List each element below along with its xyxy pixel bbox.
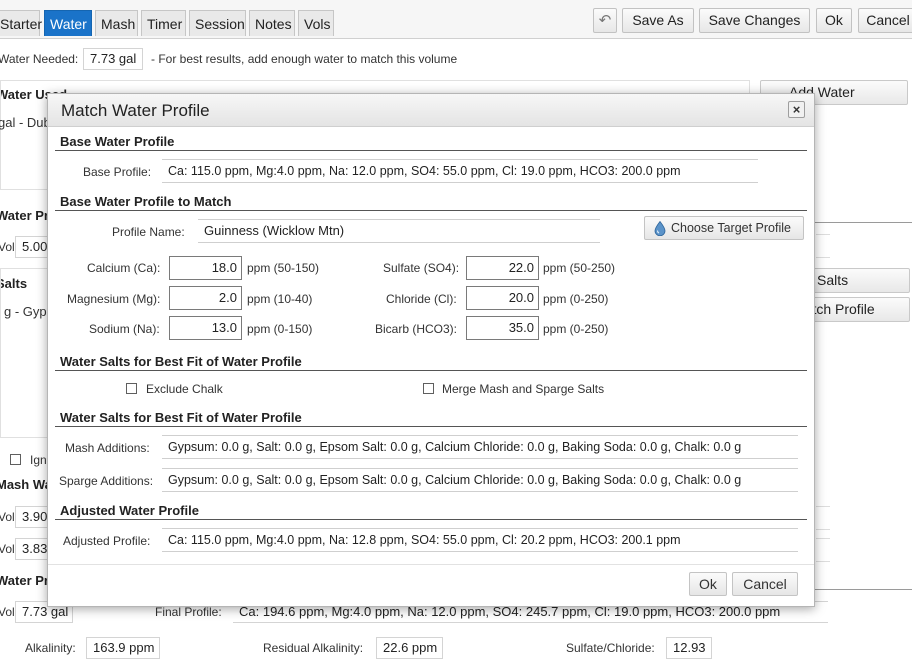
sodium-range: ppm (0-150) xyxy=(247,322,313,336)
tab-vols[interactable]: Vols xyxy=(298,10,334,36)
water-drop-icon xyxy=(654,221,666,236)
residual-alkalinity-value: 22.6 ppm xyxy=(376,637,443,659)
final-profile-label: Final Profile: xyxy=(155,605,222,619)
sulfate-range: ppm (50-250) xyxy=(543,261,616,275)
adjusted-profile-value: Ca: 115.0 ppm, Mg:4.0 ppm, Na: 12.8 ppm,… xyxy=(162,528,798,552)
tab-session[interactable]: Session xyxy=(189,10,246,36)
base-profile-label: Base Profile: xyxy=(83,165,152,179)
cancel-button[interactable]: Cancel xyxy=(858,8,912,33)
alkalinity-label: Alkalinity: xyxy=(25,641,76,655)
profile-name-value: Guinness (Wicklow Mtn) xyxy=(198,219,600,243)
divider xyxy=(810,589,912,590)
section-divider xyxy=(55,210,807,211)
sparge-additions-value: Gypsum: 0.0 g, Salt: 0.0 g, Epsom Salt: … xyxy=(162,468,798,492)
chloride-range: ppm (0-250) xyxy=(543,292,609,306)
merge-salts-checkbox[interactable] xyxy=(423,383,434,394)
magnesium-label: Magnesium (Mg): xyxy=(67,292,161,306)
sulfate-chloride-value: 12.93 xyxy=(666,637,712,659)
water-needed-label: Water Needed: xyxy=(0,52,79,66)
footer-divider xyxy=(48,564,814,565)
chloride-input[interactable]: 20.0 xyxy=(466,286,539,310)
chloride-label: Chloride (Cl): xyxy=(386,292,457,306)
section-base-water-profile: Base Water Profile xyxy=(60,134,175,149)
sulfate-label: Sulfate (SO4): xyxy=(383,261,460,275)
adjusted-profile-label: Adjusted Profile: xyxy=(63,534,151,548)
field-edge xyxy=(816,538,830,562)
tab-mash[interactable]: Mash xyxy=(95,10,138,36)
dialog-ok-button[interactable]: Ok xyxy=(689,572,727,596)
match-water-profile-dialog: Match Water Profile × Base Water Profile… xyxy=(47,93,815,607)
save-as-button[interactable]: Save As xyxy=(622,8,694,33)
section-divider xyxy=(55,426,807,427)
bicarb-range: ppm (0-250) xyxy=(543,322,609,336)
section-profile-to-match: Base Water Profile to Match xyxy=(60,194,232,209)
choose-target-profile-button[interactable]: Choose Target Profile xyxy=(644,216,804,240)
base-profile-value: Ca: 115.0 ppm, Mg:4.0 ppm, Na: 12.0 ppm,… xyxy=(162,159,758,183)
merge-salts-label: Merge Mash and Sparge Salts xyxy=(442,382,605,396)
sodium-label: Sodium (Na): xyxy=(89,322,160,336)
undo-icon[interactable]: ↶ xyxy=(593,8,617,33)
sodium-input[interactable]: 13.0 xyxy=(169,316,242,340)
divider xyxy=(810,222,912,223)
bicarb-label: Bicarb (HCO3): xyxy=(375,322,458,336)
section-divider xyxy=(55,370,807,371)
exclude-chalk-label: Exclude Chalk xyxy=(146,382,223,396)
field-edge xyxy=(816,234,830,258)
residual-alkalinity-label: Residual Alkalinity: xyxy=(263,641,364,655)
sulfate-input[interactable]: 22.0 xyxy=(466,256,539,280)
sparge-additions-label: Sparge Additions: xyxy=(59,474,154,488)
tab-water[interactable]: Water xyxy=(44,10,92,36)
profile-name-label: Profile Name: xyxy=(112,225,185,239)
tab-starter[interactable]: Starter xyxy=(0,10,42,36)
water-needed-note: - For best results, add enough water to … xyxy=(151,52,458,66)
ok-button[interactable]: Ok xyxy=(816,8,852,33)
magnesium-range: ppm (10-40) xyxy=(247,292,313,306)
dialog-title: Match Water Profile xyxy=(61,101,210,120)
exclude-chalk-checkbox[interactable] xyxy=(126,383,137,394)
alkalinity-value: 163.9 ppm xyxy=(86,637,160,659)
calcium-input[interactable]: 18.0 xyxy=(169,256,242,280)
save-changes-button[interactable]: Save Changes xyxy=(699,8,810,33)
calcium-range: ppm (50-150) xyxy=(247,261,320,275)
salts-list xyxy=(0,268,50,438)
section-divider xyxy=(55,150,807,151)
tab-bar: Starter Water Mash Timer Session Notes V… xyxy=(0,0,912,39)
close-icon[interactable]: × xyxy=(788,101,805,118)
section-adjusted-water-profile: Adjusted Water Profile xyxy=(60,503,199,518)
dialog-cancel-button[interactable]: Cancel xyxy=(732,572,798,596)
section-water-salts-results: Water Salts for Best Fit of Water Profil… xyxy=(60,410,302,425)
calcium-label: Calcium (Ca): xyxy=(87,261,161,275)
section-water-salts-options: Water Salts for Best Fit of Water Profil… xyxy=(60,354,302,369)
section-divider xyxy=(55,519,807,520)
dialog-header: Match Water Profile × xyxy=(48,94,814,127)
bicarb-input[interactable]: 35.0 xyxy=(466,316,539,340)
tab-timer[interactable]: Timer xyxy=(141,10,186,36)
sulfate-chloride-label: Sulfate/Chloride: xyxy=(566,641,655,655)
magnesium-input[interactable]: 2.0 xyxy=(169,286,242,310)
choose-target-profile-label: Choose Target Profile xyxy=(671,221,791,235)
tab-notes[interactable]: Notes xyxy=(249,10,295,36)
water-needed-value: 7.73 gal xyxy=(83,48,143,70)
mash-additions-value: Gypsum: 0.0 g, Salt: 0.0 g, Epsom Salt: … xyxy=(162,435,798,459)
field-edge xyxy=(816,506,830,530)
mash-additions-label: Mash Additions: xyxy=(65,441,150,455)
ignore-checkbox[interactable] xyxy=(10,454,21,465)
